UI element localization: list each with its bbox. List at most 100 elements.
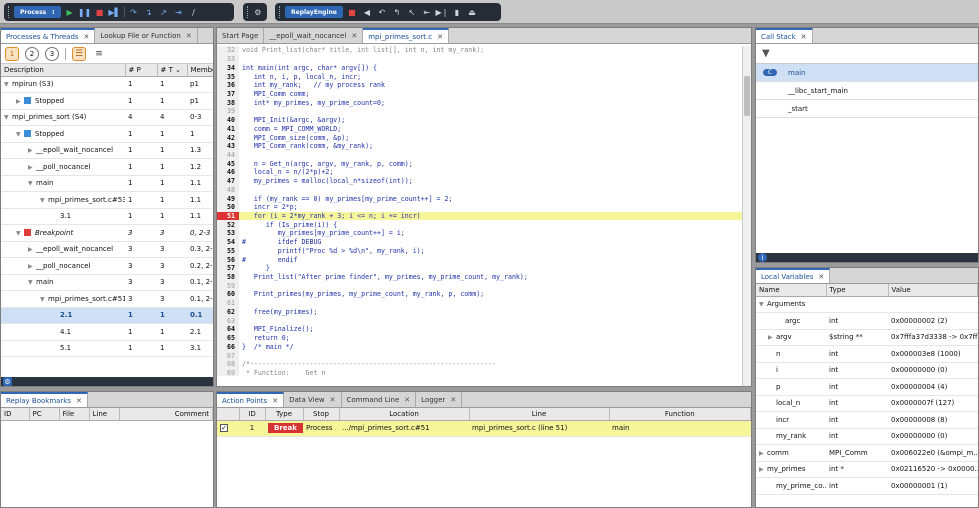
go-icon[interactable]: ▶ [64,6,76,18]
line-number[interactable]: 38 [217,98,239,108]
toolbar-grip[interactable] [8,6,11,18]
process-row[interactable]: ▼ mpi_primes_sort.c#53 1 1 1.1 [1,191,213,209]
code-line[interactable]: 48 [217,185,743,195]
code-line[interactable]: 34 int main(int argc, char* argv[]) { [217,63,743,73]
code-line[interactable]: 57 } [217,263,743,273]
code-line[interactable]: 51 for (i = 2*my_rank + 3; i <= n; i += … [217,211,743,221]
scroll-thumb[interactable] [744,76,750,116]
expanded-icon[interactable]: ▼ [28,180,36,187]
process-row[interactable]: ▼main330.1, 2-3 [1,274,213,291]
line-number[interactable]: 65 [217,333,239,343]
line-number[interactable]: 66 [217,342,239,352]
process-row[interactable]: ▶ __epoll_wait_nocancel 1 1 1.3 [1,142,213,159]
line-number[interactable]: 58 [217,272,239,282]
horizontal-scrollbar[interactable]: ⚙ [1,377,213,386]
code-area[interactable]: 32 void Print_list(char* title, int list[… [217,46,743,376]
variable-row[interactable]: i int 0x00000000 (0) [756,362,978,379]
col-description[interactable]: Description [1,64,126,77]
stack-frame[interactable]: Cmain [756,64,978,82]
variable-row[interactable]: n int 0x000003e8 (1000) [756,345,978,363]
col-file[interactable]: File [59,408,90,421]
code-line[interactable]: 39 [217,107,743,116]
collapsed-icon[interactable]: ▶ [768,334,776,341]
code-line[interactable]: 69 * Function: Get_n [217,368,743,376]
line-number[interactable]: 63 [217,316,239,325]
process-row[interactable]: ▼ mpirun (S3) 1 1 p1 [1,76,213,93]
tab-local-variables[interactable]: Local Variables ✕ [756,268,831,283]
restart-icon[interactable]: ▶▌ [108,6,120,18]
variable-row[interactable]: my_rank int 0x00000000 (0) [756,428,978,445]
line-number[interactable]: 62 [217,307,239,317]
live-icon[interactable]: ▶❘ [435,6,448,18]
code-line[interactable]: 67 [217,351,743,360]
col-id[interactable]: ID [239,408,266,421]
code-line[interactable]: 42 MPI_Comm_size(comm, &p); [217,133,743,142]
close-icon[interactable]: ✕ [186,32,192,40]
line-number[interactable]: 60 [217,290,239,299]
code-line[interactable]: 61 [217,298,743,308]
level-1-button[interactable]: 1 [5,46,19,61]
col-t[interactable]: # T ⌄ [157,64,188,77]
line-number[interactable]: 37 [217,89,239,99]
code-line[interactable]: 41 comm = MPI_COMM_WORLD; [217,124,743,134]
process-row[interactable]: ▶__poll_nocancel330.2, 2-3 [1,257,213,275]
close-icon[interactable]: ✕ [404,396,410,404]
process-row[interactable]: ▼ main 1 1 1.1 [1,175,213,192]
code-line[interactable]: 56 # endif [217,255,743,264]
close-icon[interactable]: ✕ [801,33,807,41]
code-line[interactable]: 35 int n, i, p, local_n, incr; [217,72,743,81]
level-3-button[interactable]: 3 [45,46,59,61]
col-type[interactable]: Type [826,284,889,297]
line-number[interactable]: 35 [217,72,239,81]
line-number[interactable]: 45 [217,159,239,169]
process-row[interactable]: ▼ mpi_primes_sort (S4) 4 4 0-3 [1,109,213,126]
stack-frame[interactable]: _start [756,100,978,118]
bookmark-icon[interactable]: ▮ [451,6,463,18]
line-number[interactable]: 43 [217,141,239,151]
line-number[interactable]: 53 [217,229,239,238]
line-number[interactable]: 49 [217,194,239,203]
code-line[interactable]: 54 # ifdef DEBUG [217,237,743,247]
line-number[interactable]: 57 [217,263,239,273]
variable-row[interactable]: ▶ comm MPI_Comm 0x006022e0 (&ompi_m... [756,444,978,462]
col-type[interactable]: Type [265,408,304,421]
close-icon[interactable]: ✕ [330,396,336,404]
action-point-row[interactable]: ✓ 1 Break Process .../mpi_primes_sort.c#… [217,420,751,437]
process-row[interactable]: ▶ __poll_nocancel 1 1 1.2 [1,158,213,176]
line-number[interactable]: 46 [217,168,239,177]
code-line[interactable]: 37 MPI_Comm comm; [217,89,743,99]
info-icon[interactable]: i [758,253,767,262]
col-id[interactable]: ID [1,408,30,421]
collapsed-icon[interactable]: ▶ [28,147,36,154]
code-line[interactable]: 68/*------------------------------------… [217,359,743,369]
tab-processes-threads[interactable]: Processes & Threads ✕ [1,28,96,43]
line-number[interactable]: 39 [217,107,239,116]
process-row[interactable]: ▼ Stopped 1 1 1 [1,125,213,143]
code-line[interactable]: 45 n = Get_n(argc, argv, my_rank, p, com… [217,159,743,169]
line-number[interactable]: 33 [217,54,239,64]
col-location[interactable]: Location [339,408,470,421]
col-pc[interactable]: PC [29,408,60,421]
line-number[interactable]: 36 [217,80,239,90]
expanded-icon[interactable]: ▼ [16,131,24,138]
tab-mpi-primes-sort[interactable]: mpi_primes_sort.c ✕ [363,28,449,43]
line-number[interactable]: 41 [217,124,239,134]
tab-logger[interactable]: Logger ✕ [416,392,463,407]
code-line[interactable]: 36 int my_rank; // my process rank [217,80,743,90]
line-number[interactable]: 69 [217,368,239,376]
line-number[interactable]: 59 [217,281,239,291]
code-line[interactable]: 49 if (my_rank == 0) my_primes[my_prime_… [217,194,743,203]
col-line[interactable]: Line [469,408,610,421]
collapsed-icon[interactable]: ▶ [759,450,767,457]
code-line[interactable]: 63 [217,316,743,325]
code-line[interactable]: 47 my_primes = malloc(local_n*sizeof(int… [217,176,743,186]
variable-row[interactable]: my_prime_co... int 0x00000001 (1) [756,477,978,495]
process-row[interactable]: ▼ Breakpoint 3 3 0, 2-3 [1,224,213,242]
expanded-icon[interactable]: ▼ [759,301,767,308]
code-line[interactable]: 40 MPI_Init(&argc, &argv); [217,115,743,125]
tab-command-line[interactable]: Command Line ✕ [341,392,417,407]
line-number[interactable]: 61 [217,298,239,308]
line-number[interactable]: 48 [217,185,239,195]
code-line[interactable]: 62 free(my_primes); [217,307,743,317]
code-line[interactable]: 55 printf("Proc %d > %d\n", my_rank, i); [217,246,743,256]
